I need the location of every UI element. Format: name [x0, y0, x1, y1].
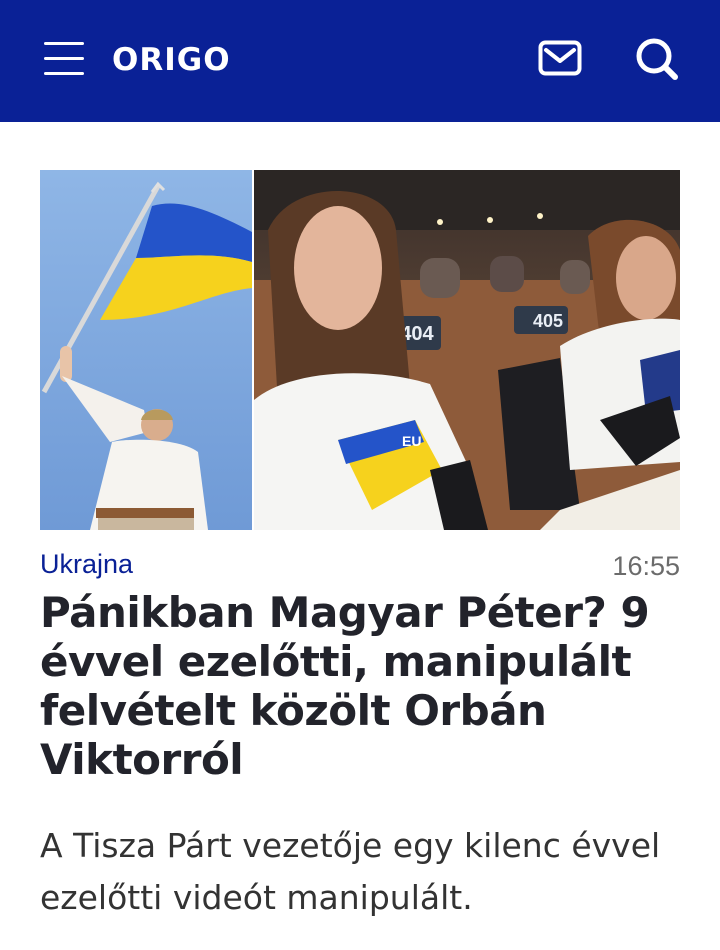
svg-text:EU: EU [402, 433, 421, 449]
article-image[interactable]: 404 405 EU [40, 170, 680, 530]
mail-icon[interactable] [538, 40, 582, 76]
right-photo-panel: 404 405 EU [254, 170, 680, 530]
site-logo[interactable]: ORIGO [112, 40, 231, 80]
search-icon[interactable] [634, 36, 680, 82]
article-lead: A Tisza Párt vezetője egy kilenc évvel e… [40, 826, 661, 917]
left-photo-panel [40, 170, 252, 530]
hamburger-menu-icon[interactable] [44, 42, 84, 76]
article-headline[interactable]: Pánikban Magyar Péter? 9 évvel ezelőtti,… [40, 588, 680, 784]
category-link[interactable]: Ukrajna [40, 546, 133, 582]
article-meta: Ukrajna 16:55 [40, 546, 680, 586]
svg-text:405: 405 [533, 311, 563, 331]
publish-time: 16:55 [612, 551, 680, 581]
site-header: ORIGO [0, 0, 720, 122]
